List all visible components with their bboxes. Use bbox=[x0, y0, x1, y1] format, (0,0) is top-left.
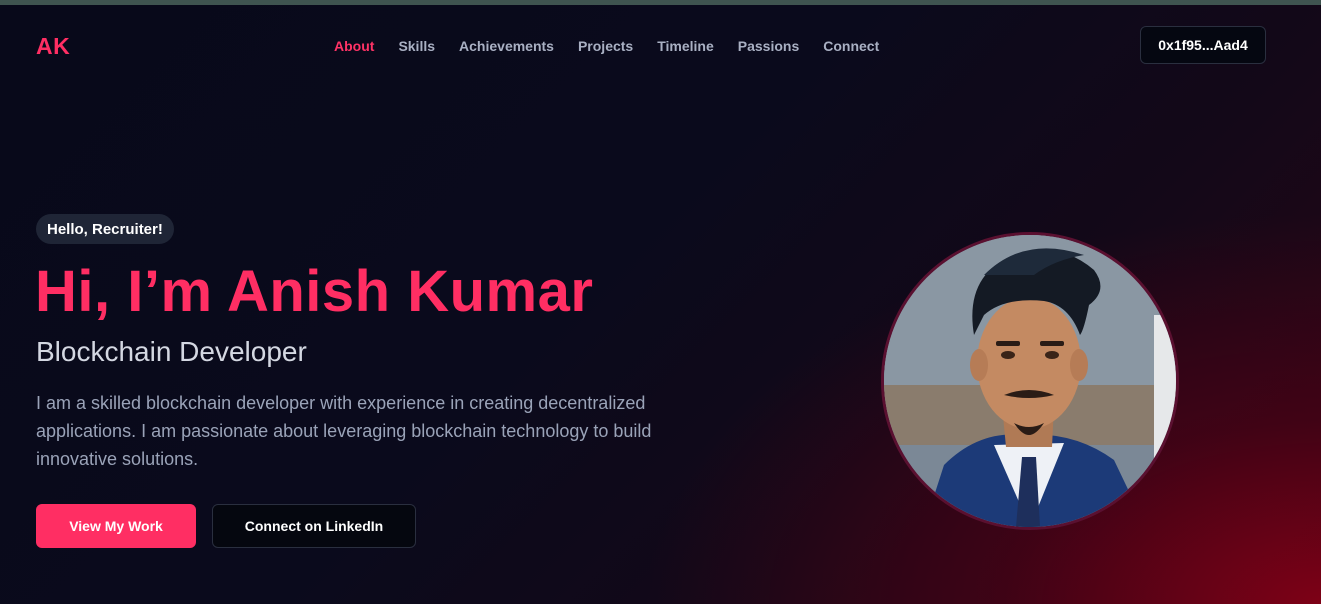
top-navigation: AK About Skills Achievements Projects Ti… bbox=[0, 5, 1321, 87]
connect-linkedin-button[interactable]: Connect on LinkedIn bbox=[212, 504, 416, 548]
greeting-badge: Hello, Recruiter! bbox=[36, 214, 174, 244]
nav-link-achievements[interactable]: Achievements bbox=[459, 38, 554, 54]
hero-headline: Hi, I’m Anish Kumar bbox=[35, 259, 594, 324]
profile-photo bbox=[881, 232, 1179, 530]
hero-role: Blockchain Developer bbox=[36, 336, 307, 367]
hero-intro: I am a skilled blockchain developer with… bbox=[36, 393, 652, 469]
nav-link-skills[interactable]: Skills bbox=[398, 38, 435, 54]
site-logo[interactable]: AK bbox=[36, 33, 70, 60]
nav-link-timeline[interactable]: Timeline bbox=[657, 38, 714, 54]
profile-photo-illustration bbox=[884, 235, 1176, 527]
nav-menu: About Skills Achievements Projects Timel… bbox=[334, 38, 903, 54]
nav-link-about[interactable]: About bbox=[334, 38, 374, 54]
view-my-work-button[interactable]: View My Work bbox=[36, 504, 196, 548]
nav-link-projects[interactable]: Projects bbox=[578, 38, 633, 54]
nav-link-connect[interactable]: Connect bbox=[823, 38, 879, 54]
nav-link-passions[interactable]: Passions bbox=[738, 38, 799, 54]
wallet-address-button[interactable]: 0x1f95...Aad4 bbox=[1140, 26, 1266, 64]
